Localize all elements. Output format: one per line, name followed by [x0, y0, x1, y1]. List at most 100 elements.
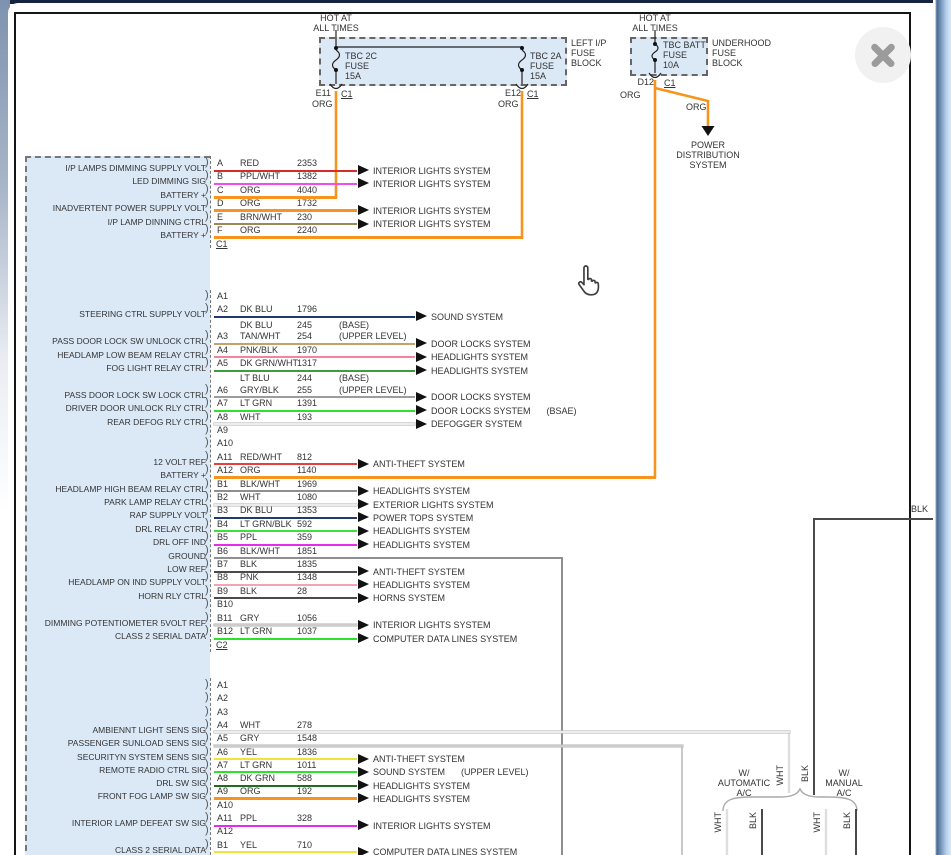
- pin-bracket: ): [205, 598, 209, 608]
- wire-color-line: LT BLU244(BASE): [240, 373, 369, 383]
- system-target: DOOR LOCKS SYSTEM: [431, 392, 531, 402]
- wire-color-line: GRY1056: [240, 613, 339, 623]
- function-label: PASS DOOR LOCK SW LOCK CTRL: [28, 390, 206, 400]
- pin-label: A4: [217, 345, 228, 355]
- wiring-diagram-viewer: HOT AT ALL TIMES HOT AT ALL TIMES TBC 2C…: [0, 0, 951, 855]
- system-target: INTERIOR LIGHTS SYSTEM: [373, 821, 491, 831]
- hot-at-all-times-right: HOT AT ALL TIMES: [619, 13, 691, 33]
- pin-label: D: [217, 198, 224, 208]
- wire-color-label: ORG: [312, 99, 333, 109]
- wire-color-line: WHT1080: [240, 492, 339, 502]
- pin-label: A8: [217, 412, 228, 422]
- pin-label: A1: [217, 291, 228, 301]
- wire-color-line: BRN/WHT230: [240, 212, 339, 222]
- wire-arrow: [358, 579, 369, 589]
- pin-label: B8: [217, 572, 228, 582]
- pin-bracket: ): [205, 799, 209, 809]
- hot-label-line: HOT AT: [300, 13, 372, 23]
- wire-arrow: [358, 566, 369, 576]
- wire-arrow: [358, 526, 369, 536]
- pin-label: A12: [217, 826, 233, 836]
- fuse-pin-e12: E12: [495, 88, 521, 98]
- vertical-scrollbar[interactable]: [933, 0, 951, 855]
- pin-label: A2: [217, 304, 228, 314]
- pin-label: A7: [217, 398, 228, 408]
- wire-arrow: [358, 459, 369, 469]
- wire-color-line: LT GRN/BLK592: [240, 519, 339, 529]
- pin-label: A8: [217, 773, 228, 783]
- wire-color-line: TAN/WHT254(UPPER LEVEL): [240, 331, 407, 341]
- pin-label: E: [217, 212, 223, 222]
- function-label: 12 VOLT REF: [28, 457, 206, 467]
- wire-color-line: WHT193: [240, 412, 339, 422]
- function-label: INTERIOR LAMP DEFEAT SW SIG: [28, 818, 206, 828]
- pin-label: A3: [217, 331, 228, 341]
- close-button[interactable]: [855, 27, 911, 83]
- connector-boundary-c3: [210, 678, 211, 855]
- system-target: HEADLIGHTS SYSTEM: [373, 526, 470, 536]
- pin-bracket: ): [205, 825, 209, 835]
- system-target: HEADLIGHTS SYSTEM: [431, 366, 528, 376]
- wire-color-line: PPL328: [240, 813, 339, 823]
- pin-label: B3: [217, 505, 228, 515]
- wire-arrow: [416, 419, 427, 429]
- function-label: LED DIMMING SIG: [28, 176, 206, 186]
- function-label: HEADLAMP HIGH BEAM RELAY CTRL: [28, 484, 206, 494]
- wire: [214, 316, 415, 318]
- system-target: HEADLIGHTS SYSTEM: [373, 580, 470, 590]
- pin-label: B10: [217, 599, 233, 609]
- pin-label: A11: [217, 452, 232, 462]
- hot-label-line: HOT AT: [619, 13, 691, 23]
- function-label: I/P LAMP DINNING CTRL: [28, 217, 206, 227]
- function-label: BATTERY +: [28, 230, 206, 240]
- system-target: DOOR LOCKS SYSTEM(BSAE): [431, 406, 577, 416]
- system-target: ANTI-THEFT SYSTEM: [373, 754, 465, 764]
- pin-label: B11: [217, 613, 232, 623]
- system-target: HEADLIGHTS SYSTEM: [373, 540, 470, 550]
- wire-arrow: [358, 593, 369, 603]
- pin-label: A11: [217, 813, 232, 823]
- connector-end-label: C1: [216, 239, 228, 249]
- pin-label: A4: [217, 720, 228, 730]
- fuse-pin-d12: D12: [628, 77, 654, 87]
- wire-color-line: DK GRN588: [240, 773, 339, 783]
- function-label: DRL OFF IND: [28, 537, 206, 547]
- system-target: DEFOGGER SYSTEM: [431, 419, 522, 429]
- wire-color-label: WHT: [775, 765, 785, 786]
- connector-boundary-c2: [210, 290, 211, 652]
- system-target: INTERIOR LIGHTS SYSTEM: [373, 166, 491, 176]
- pin-label: A9: [217, 425, 228, 435]
- wire-color-label: BLK: [842, 812, 852, 829]
- function-label: BATTERY +: [28, 190, 206, 200]
- pin-label: B1: [217, 479, 228, 489]
- wire-color-line: ORG1732: [240, 198, 339, 208]
- wire-color-line: PPL/WHT1382: [240, 171, 339, 181]
- system-target: HEADLIGHTS SYSTEM: [373, 781, 470, 791]
- wire-color-label: ORG: [686, 102, 707, 112]
- wire-color-line: DK BLU245(BASE): [240, 320, 369, 330]
- system-target: HEADLIGHTS SYSTEM: [431, 352, 528, 362]
- wire-color-line: ORG4040: [240, 185, 339, 195]
- wire-arrow: [358, 205, 369, 215]
- wire-arrow: [358, 486, 369, 496]
- connector-boundary-c1: [210, 156, 211, 248]
- wire-color-line: GRY1548: [240, 733, 339, 743]
- function-label: AMBIENNT LIGHT SENS SIG: [28, 725, 206, 735]
- pin-label: B: [217, 171, 223, 181]
- pin-label: B4: [217, 519, 228, 529]
- left-ip-fuse-block-label: LEFT I/P FUSE BLOCK: [571, 38, 606, 68]
- wire-arrow: [358, 620, 369, 630]
- function-label: CLASS 2 SERIAL DATA: [28, 631, 206, 641]
- system-target: SOUND SYSTEM: [431, 312, 503, 322]
- pin-label: B1: [217, 840, 228, 850]
- wire-arrow: [416, 392, 427, 402]
- wire-arrow: [416, 338, 427, 348]
- function-label: DRL SW SIG: [28, 778, 206, 788]
- wire-arrow: [358, 512, 369, 522]
- wire-color-line: DK GRN/WHT1317: [240, 358, 339, 368]
- wire-arrow: [416, 405, 427, 415]
- wire-arrow: [358, 499, 369, 509]
- wire: [214, 825, 357, 827]
- pin-label: A5: [217, 358, 228, 368]
- function-label: FRONT FOG LAMP SW SIG: [28, 791, 206, 801]
